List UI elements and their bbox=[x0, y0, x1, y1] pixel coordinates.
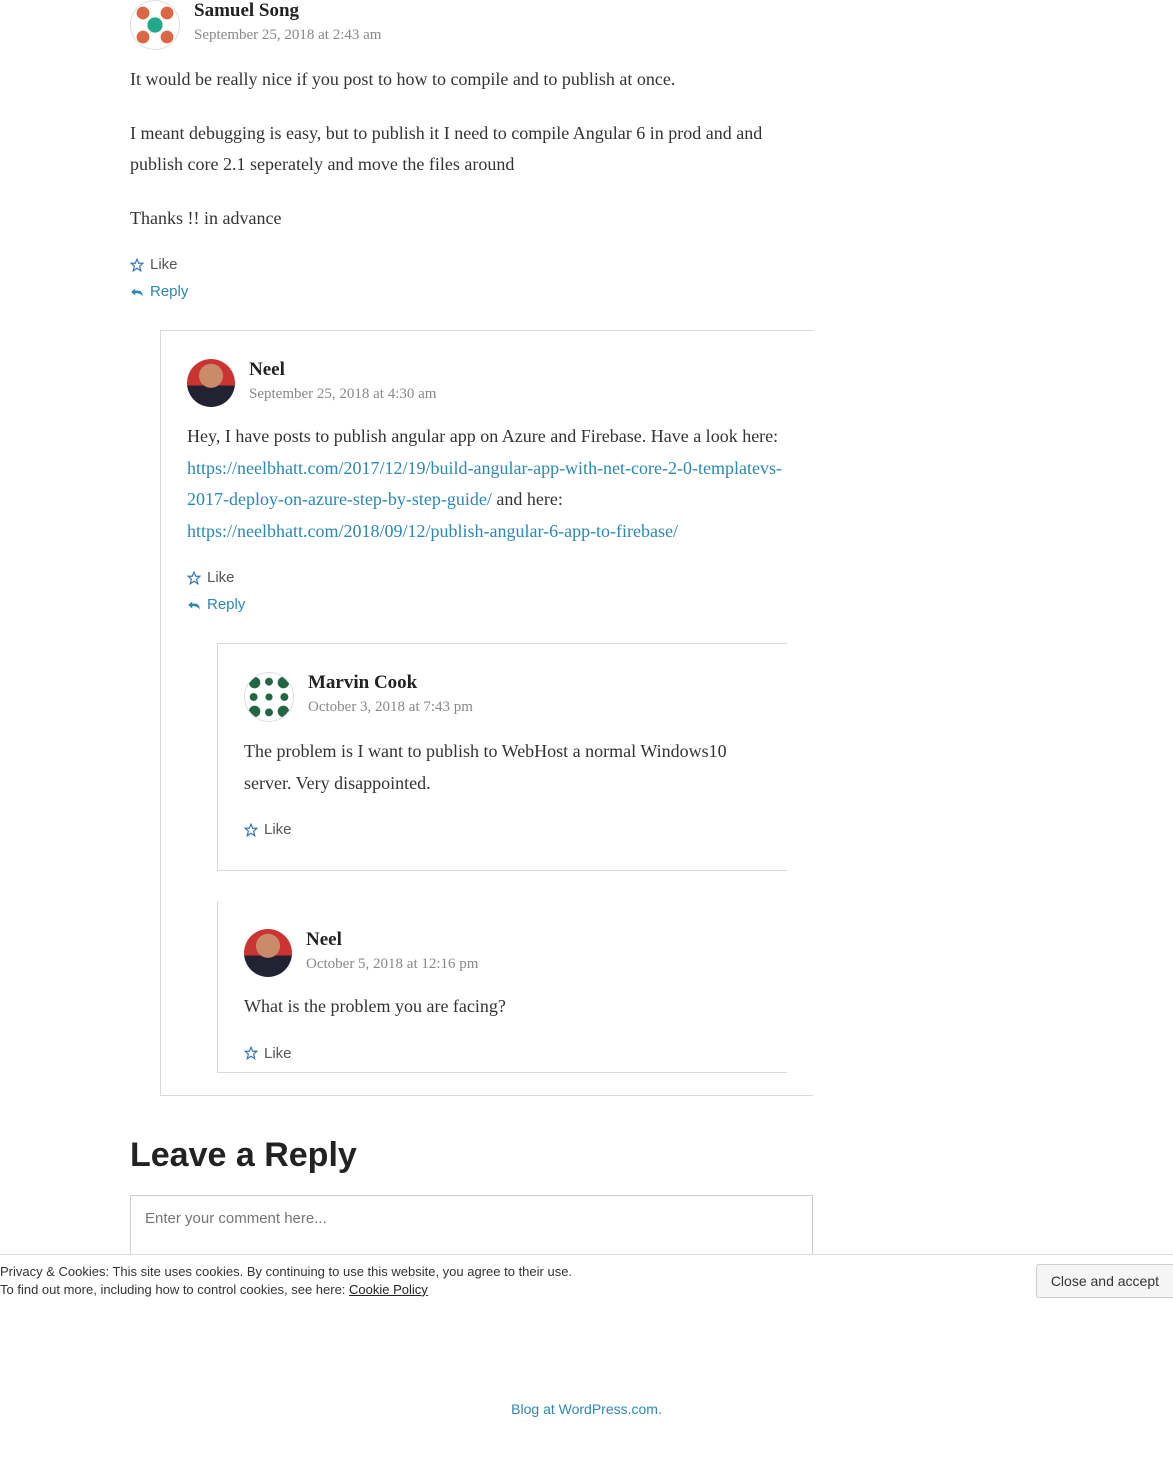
comment-author: Neel bbox=[306, 929, 478, 952]
reply-link[interactable]: Reply bbox=[207, 596, 245, 613]
star-icon bbox=[244, 823, 258, 837]
comment-meta: Marvin Cook October 3, 2018 at 7:43 pm bbox=[308, 672, 473, 716]
like-label[interactable]: Like bbox=[150, 256, 178, 273]
leave-reply-heading: Leave a Reply bbox=[130, 1136, 813, 1175]
comment-author: Samuel Song bbox=[194, 0, 381, 23]
like-label[interactable]: Like bbox=[264, 1045, 292, 1062]
reply-row: Reply bbox=[187, 596, 787, 613]
comment-paragraph: The problem is I want to publish to WebH… bbox=[244, 736, 761, 799]
comment-nested: Neel September 25, 2018 at 4:30 am Hey, … bbox=[160, 330, 813, 1096]
comment-meta: Neel October 5, 2018 at 12:16 pm bbox=[306, 929, 478, 973]
comment-body: What is the problem you are facing? bbox=[244, 991, 761, 1023]
like-row: Like bbox=[130, 256, 813, 273]
external-link[interactable]: https://neelbhatt.com/2017/12/19/build-a… bbox=[187, 458, 782, 510]
comment-timestamp-link[interactable]: October 5, 2018 at 12:16 pm bbox=[306, 956, 478, 973]
comment-paragraph: Thanks !! in advance bbox=[130, 203, 813, 235]
external-link[interactable]: https://neelbhatt.com/2018/09/12/publish… bbox=[187, 521, 678, 541]
comment-header: Neel October 5, 2018 at 12:16 pm bbox=[244, 929, 761, 977]
comment-author: Marvin Cook bbox=[308, 672, 473, 695]
comment-paragraph: Hey, I have posts to publish angular app… bbox=[187, 421, 787, 547]
star-icon bbox=[187, 571, 201, 585]
comment-meta: Samuel Song September 25, 2018 at 2:43 a… bbox=[194, 0, 381, 44]
cookie-close-button[interactable]: Close and accept bbox=[1036, 1264, 1173, 1298]
comment-body: Hey, I have posts to publish angular app… bbox=[187, 421, 787, 547]
comment-author: Neel bbox=[249, 359, 436, 382]
reply-icon bbox=[130, 286, 144, 298]
like-row: Like bbox=[244, 1045, 761, 1062]
reply-icon bbox=[187, 599, 201, 611]
blog-at-wordpress-link[interactable]: Blog at WordPress.com. bbox=[511, 1401, 662, 1417]
cookie-banner: Privacy & Cookies: This site uses cookie… bbox=[0, 1254, 1173, 1307]
comment-meta: Neel September 25, 2018 at 4:30 am bbox=[249, 359, 436, 403]
comment-nested: Neel October 5, 2018 at 12:16 pm What is… bbox=[217, 901, 787, 1073]
reply-link[interactable]: Reply bbox=[150, 283, 188, 300]
comment-header: Marvin Cook October 3, 2018 at 7:43 pm bbox=[244, 672, 761, 722]
comment-header: Samuel Song September 25, 2018 at 2:43 a… bbox=[130, 0, 813, 50]
like-label[interactable]: Like bbox=[264, 821, 292, 838]
footer: Blog at WordPress.com. bbox=[0, 1398, 1173, 1459]
like-label[interactable]: Like bbox=[207, 569, 235, 586]
cookie-policy-link[interactable]: Cookie Policy bbox=[349, 1282, 428, 1297]
comment-text: Hey, I have posts to publish angular app… bbox=[187, 426, 778, 446]
comment-body: It would be really nice if you post to h… bbox=[130, 64, 813, 234]
avatar bbox=[187, 359, 235, 407]
avatar bbox=[244, 672, 294, 722]
cookie-line2: To find out more, including how to contr… bbox=[0, 1282, 349, 1297]
star-icon bbox=[130, 258, 144, 272]
avatar bbox=[244, 929, 292, 977]
cookie-line1: Privacy & Cookies: This site uses cookie… bbox=[0, 1264, 572, 1279]
comment-text: and here: bbox=[496, 489, 562, 509]
comment-paragraph: I meant debugging is easy, but to publis… bbox=[130, 118, 813, 181]
reply-row: Reply bbox=[130, 283, 813, 300]
comment-body: The problem is I want to publish to WebH… bbox=[244, 736, 761, 799]
comment-timestamp-link[interactable]: October 3, 2018 at 7:43 pm bbox=[308, 699, 473, 716]
comment-paragraph: What is the problem you are facing? bbox=[244, 991, 761, 1023]
comment-timestamp-link[interactable]: September 25, 2018 at 4:30 am bbox=[249, 386, 436, 403]
comment-nested: Marvin Cook October 3, 2018 at 7:43 pm T… bbox=[217, 643, 787, 871]
avatar bbox=[130, 0, 180, 50]
comment: Samuel Song September 25, 2018 at 2:43 a… bbox=[130, 0, 813, 1096]
cookie-text: Privacy & Cookies: This site uses cookie… bbox=[0, 1263, 1016, 1299]
comment-paragraph: It would be really nice if you post to h… bbox=[130, 64, 813, 96]
like-row: Like bbox=[244, 821, 761, 838]
star-icon bbox=[244, 1046, 258, 1060]
like-row: Like bbox=[187, 569, 787, 586]
comment-timestamp-link[interactable]: September 25, 2018 at 2:43 am bbox=[194, 27, 381, 44]
comment-header: Neel September 25, 2018 at 4:30 am bbox=[187, 359, 787, 407]
